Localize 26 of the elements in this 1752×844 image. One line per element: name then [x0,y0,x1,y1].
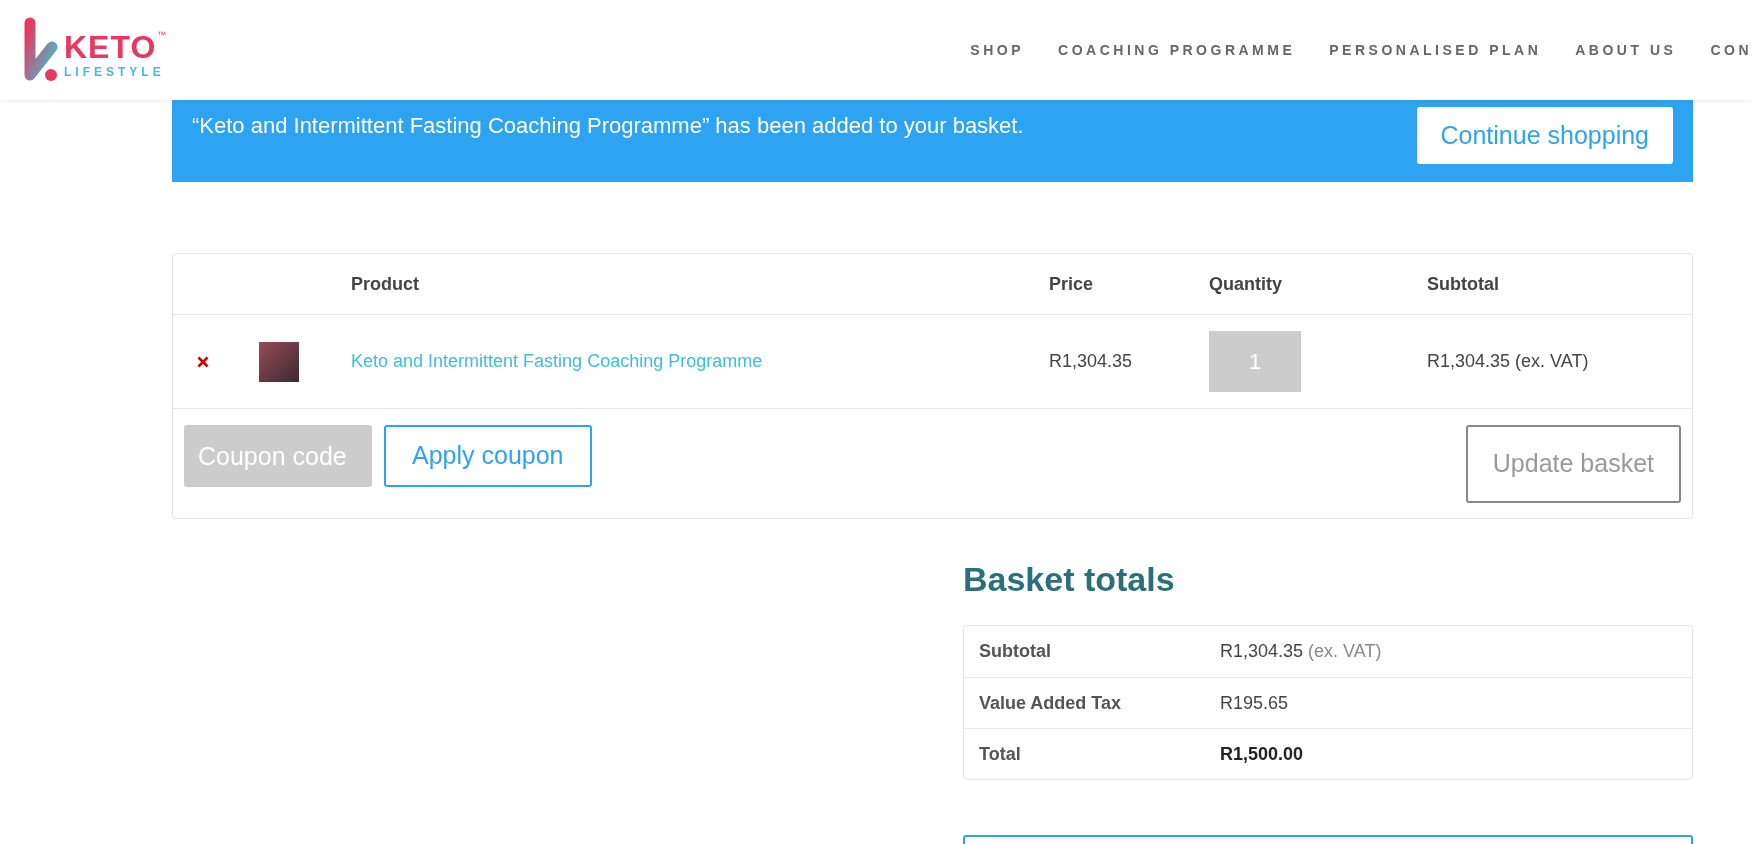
totals-note: (ex. VAT) [1308,640,1382,663]
totals-heading: Basket totals [963,559,1176,600]
totals-value: R1,500.00 [1220,742,1304,766]
column-header: Quantity [1209,272,1283,296]
price-text: R1,304.35 [1049,350,1134,373]
logo-wordmark: KETO [64,30,157,63]
nav-link[interactable]: PERSONALISED PLAN [1329,39,1542,61]
logo-tagline: LIFESTYLE [64,65,166,78]
column-header: Product [351,272,420,296]
column-header: Subtotal [1427,272,1500,296]
totals-label: Total [978,742,1022,766]
nav-link[interactable]: ABOUT US [1575,39,1677,61]
totals-label: Subtotal [978,640,1052,663]
nav-link[interactable]: CON [1710,39,1752,61]
nav-link[interactable]: COACHING PROGRAMME [1058,39,1296,61]
subtotal-text: R1,304.35 (ex. VAT) [1427,350,1590,373]
nav-link[interactable]: SHOP [970,39,1025,61]
photo-placeholder [259,341,299,382]
remove-icon[interactable] [197,355,209,368]
column-header: Price [1049,272,1095,296]
totals-value: R1,304.35 [1220,640,1304,663]
totals-value: R195.65 [1220,691,1289,715]
trademark-sign: ™ [157,30,167,40]
notice-message: “Keto and Intermittent Fasting Coaching Programme” has been added to your basket. [192,112,1024,140]
totals-label: Value Added Tax [978,691,1123,715]
logo-mark-icon [24,17,58,83]
